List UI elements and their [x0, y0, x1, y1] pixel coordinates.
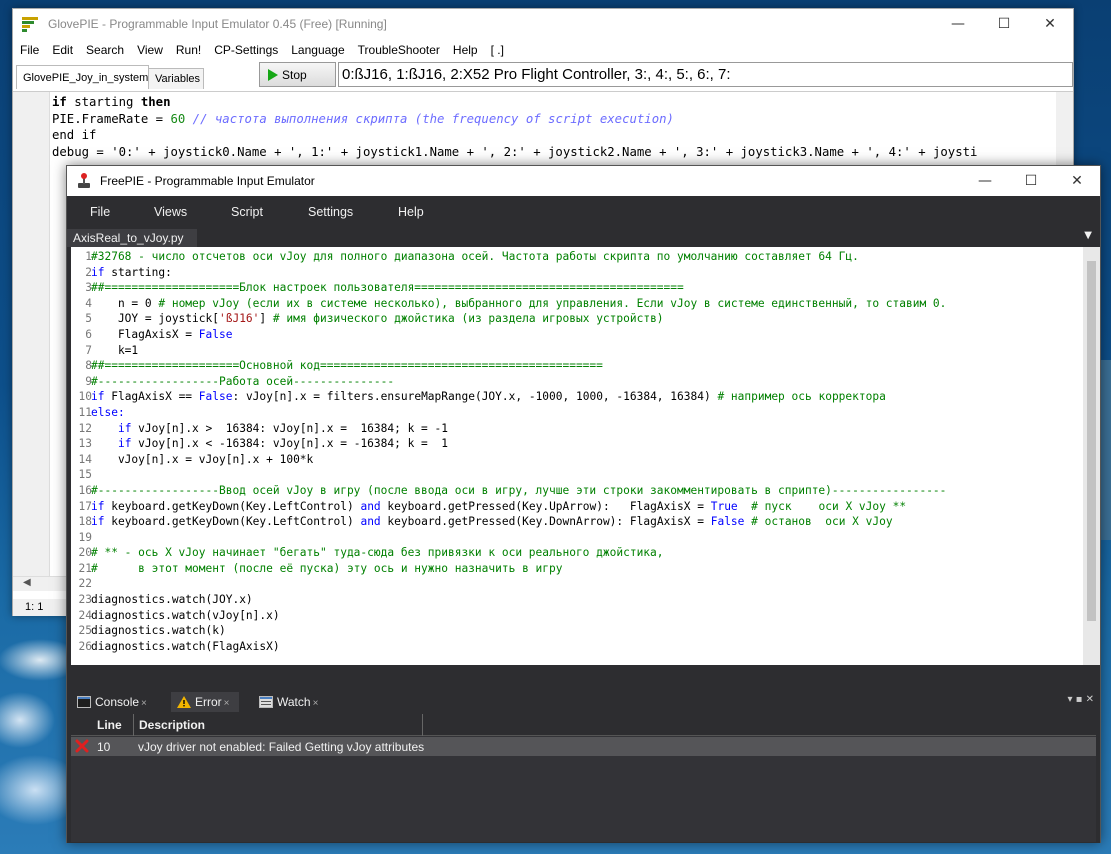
glovepie-toolbar: GlovePIE_Joy_in_system Variables Stop 0:…	[13, 61, 1073, 89]
watch-window-icon	[259, 696, 273, 708]
tab-label: Error	[195, 695, 222, 709]
code-line: PIE.FrameRate = 60 // частота выполнения…	[52, 111, 674, 126]
menu-settings[interactable]: Settings	[308, 205, 353, 219]
tab-list-dropdown-icon[interactable]: ▼	[1084, 230, 1092, 241]
menu-help[interactable]: Help	[398, 205, 424, 219]
warning-icon	[177, 696, 191, 708]
freepie-code-editor[interactable]: 1 2 3 4 5 6 7 8 9 10 11 12 13 14 15 16 1…	[67, 247, 1100, 665]
joystick-icon	[76, 173, 92, 189]
document-tabs: AxisReal_to_vJoy.py × ▼	[67, 227, 1100, 259]
desktop-right-window-fragment	[1100, 360, 1111, 540]
menu-cp-settings[interactable]: CP-Settings	[214, 43, 278, 57]
tab-watch[interactable]: Watch ×	[253, 692, 325, 712]
freepie-vertical-scrollbar[interactable]	[1083, 247, 1100, 665]
menu-script[interactable]: Script	[231, 205, 263, 219]
close-tab-icon[interactable]: ×	[313, 698, 319, 709]
menu-search[interactable]: Search	[86, 43, 124, 57]
menu-edit[interactable]: Edit	[52, 43, 73, 57]
code-line: if starting then	[52, 95, 171, 109]
code-line: debug = '0:' + joystick0.Name + ', 1:' +…	[52, 144, 978, 159]
glovepie-titlebar[interactable]: GlovePIE - Programmable Input Emulator 0…	[13, 9, 1073, 39]
tab-label: Console	[95, 695, 140, 709]
close-button[interactable]: ✕	[1027, 9, 1073, 39]
menu-views[interactable]: Views	[154, 205, 187, 219]
cursor-position: 1: 1	[25, 601, 44, 613]
freepie-title: FreePIE - Programmable Input Emulator	[100, 174, 315, 188]
close-tab-icon[interactable]: ×	[224, 698, 230, 709]
glovepie-code[interactable]: if starting then PIE.FrameRate = 60 // ч…	[52, 94, 977, 160]
freepie-code[interactable]: #32768 - число отсчетов оси vJoy для пол…	[91, 249, 946, 654]
menu-run[interactable]: Run!	[176, 43, 201, 57]
freepie-window: FreePIE - Programmable Input Emulator — …	[66, 165, 1101, 843]
glovepie-app-icon	[22, 17, 38, 32]
error-table: Line Description 10 vJoy driver not enab…	[71, 714, 1096, 842]
tab-label: AxisReal_to_vJoy.py	[73, 231, 184, 245]
stop-label: Stop	[282, 67, 307, 82]
tab-variables[interactable]: Variables	[148, 68, 204, 89]
table-row[interactable]: 10 vJoy driver not enabled: Failed Getti…	[71, 737, 1096, 756]
tab-axisreal-to-vjoy[interactable]: AxisReal_to_vJoy.py ×	[67, 229, 197, 259]
menu-extra[interactable]: [ .]	[491, 43, 504, 57]
freepie-horizontal-scrollbar[interactable]	[67, 665, 1100, 682]
error-table-header: Line Description	[71, 714, 1096, 736]
bottom-panel: Console × Error × Watch × ▾ ▪ ✕ Line Descri…	[67, 690, 1100, 843]
scrollbar-thumb[interactable]	[1087, 261, 1096, 621]
column-header-line[interactable]: Line	[97, 718, 122, 732]
menu-file[interactable]: File	[20, 43, 39, 57]
stop-button[interactable]: Stop	[259, 62, 336, 87]
code-line: end if	[52, 128, 97, 143]
tab-console[interactable]: Console ×	[71, 692, 153, 712]
glovepie-menubar: File Edit Search View Run! CP-Settings L…	[13, 39, 1073, 61]
close-tab-icon[interactable]: ×	[141, 698, 147, 709]
maximize-button[interactable]: ☐	[1008, 166, 1054, 196]
menu-file[interactable]: File	[90, 205, 110, 219]
freepie-titlebar[interactable]: FreePIE - Programmable Input Emulator — …	[67, 166, 1100, 196]
tab-script[interactable]: GlovePIE_Joy_in_system	[16, 65, 149, 89]
close-button[interactable]: ✕	[1054, 166, 1100, 196]
minimize-button[interactable]: —	[962, 166, 1008, 196]
menu-language[interactable]: Language	[291, 43, 344, 57]
menu-view[interactable]: View	[137, 43, 163, 57]
tab-label: Watch	[277, 695, 311, 709]
maximize-button[interactable]: ☐	[981, 9, 1027, 39]
tab-error[interactable]: Error ×	[171, 692, 239, 712]
menu-troubleshooter[interactable]: TroubleShooter	[358, 43, 440, 57]
glovepie-gutter	[13, 92, 50, 577]
error-line: 10	[97, 740, 111, 754]
column-header-description[interactable]: Description	[139, 718, 205, 732]
freepie-menubar: File Views Script Settings Help	[67, 196, 1100, 227]
debug-output: 0:ßJ16, 1:ßJ16, 2:X52 Pro Flight Control…	[338, 62, 1073, 87]
error-x-icon	[75, 739, 89, 753]
glovepie-title: GlovePIE - Programmable Input Emulator 0…	[48, 17, 387, 31]
error-description: vJoy driver not enabled: Failed Getting …	[138, 740, 425, 754]
console-icon	[77, 696, 91, 708]
menu-help[interactable]: Help	[453, 43, 478, 57]
minimize-button[interactable]: —	[935, 9, 981, 39]
panel-controls[interactable]: ▾ ▪ ✕	[1067, 694, 1094, 705]
line-numbers: 1 2 3 4 5 6 7 8 9 10 11 12 13 14 15 16 1…	[78, 250, 92, 653]
play-icon	[268, 69, 278, 81]
